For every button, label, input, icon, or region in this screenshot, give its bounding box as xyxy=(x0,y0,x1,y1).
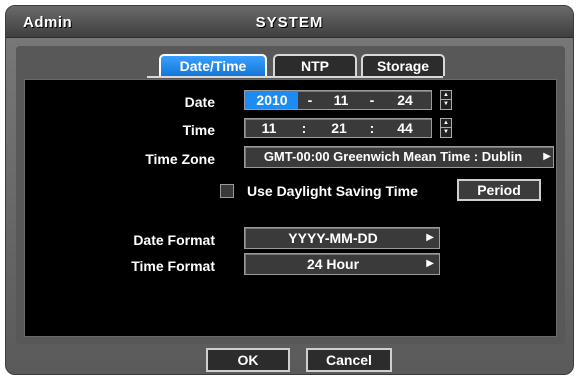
spin-up-icon[interactable]: ▲ xyxy=(441,91,451,100)
tab-date-time[interactable]: Date/Time xyxy=(159,54,267,76)
dst-checkbox[interactable] xyxy=(220,184,234,198)
timezone-dropdown[interactable]: GMT-00:00 Greenwich Mean Time : Dublin ▶ xyxy=(244,146,554,168)
date-label: Date xyxy=(184,94,215,110)
timezone-value: GMT-00:00 Greenwich Mean Time : Dublin xyxy=(263,149,523,164)
cancel-button[interactable]: Cancel xyxy=(306,348,392,372)
spin-down-icon[interactable]: ▼ xyxy=(441,128,451,137)
date-day[interactable]: 24 xyxy=(387,91,423,109)
time-spinner[interactable]: ▲ ▼ xyxy=(440,118,452,138)
dst-label: Use Daylight Saving Time xyxy=(247,183,418,199)
time-minute[interactable]: 21 xyxy=(319,119,359,137)
time-second[interactable]: 44 xyxy=(385,119,425,137)
time-separator: : xyxy=(369,120,375,136)
settings-panel: Date/Time NTP Storage Date 2010 - 11 - 2… xyxy=(16,46,565,344)
date-format-dropdown[interactable]: YYYY-MM-DD ▶ xyxy=(244,227,440,249)
date-month[interactable]: 11 xyxy=(323,91,359,109)
date-format-label: Date Format xyxy=(133,232,215,248)
date-format-value: YYYY-MM-DD xyxy=(288,230,378,246)
time-hour[interactable]: 11 xyxy=(249,119,289,137)
dropdown-arrow-icon: ▶ xyxy=(426,258,434,269)
system-window: Admin SYSTEM Date/Time NTP Storage Date … xyxy=(5,5,574,375)
tab-bar: Date/Time NTP Storage xyxy=(16,54,565,76)
dropdown-arrow-icon: ▶ xyxy=(426,232,434,243)
date-spinner[interactable]: ▲ ▼ xyxy=(440,90,452,110)
time-format-label: Time Format xyxy=(131,258,215,274)
time-format-dropdown[interactable]: 24 Hour ▶ xyxy=(244,253,440,275)
time-field[interactable]: 11 : 21 : 44 xyxy=(244,118,432,138)
tab-ntp[interactable]: NTP xyxy=(273,54,357,76)
date-separator: - xyxy=(307,92,313,108)
date-year[interactable]: 2010 xyxy=(246,91,298,109)
tab-underline xyxy=(147,76,443,78)
date-time-content: Date 2010 - 11 - 24 ▲ ▼ Time 11 : 21: 4… xyxy=(24,79,557,337)
date-separator: - xyxy=(369,92,375,108)
title-bar: Admin SYSTEM xyxy=(6,6,573,38)
spin-up-icon[interactable]: ▲ xyxy=(441,119,451,128)
timezone-label: Time Zone xyxy=(145,151,215,167)
screen: Admin SYSTEM Date/Time NTP Storage Date … xyxy=(0,0,579,379)
ok-button[interactable]: OK xyxy=(206,348,290,372)
spin-down-icon[interactable]: ▼ xyxy=(441,100,451,109)
time-separator: : xyxy=(301,120,307,136)
period-button[interactable]: Period xyxy=(457,179,541,201)
time-format-value: 24 Hour xyxy=(306,256,360,272)
time-label: Time xyxy=(182,122,215,138)
dropdown-arrow-icon: ▶ xyxy=(543,151,551,162)
window-title: SYSTEM xyxy=(255,14,324,31)
tab-storage[interactable]: Storage xyxy=(361,54,445,76)
date-field[interactable]: 2010 - 11 - 24 xyxy=(244,90,432,110)
